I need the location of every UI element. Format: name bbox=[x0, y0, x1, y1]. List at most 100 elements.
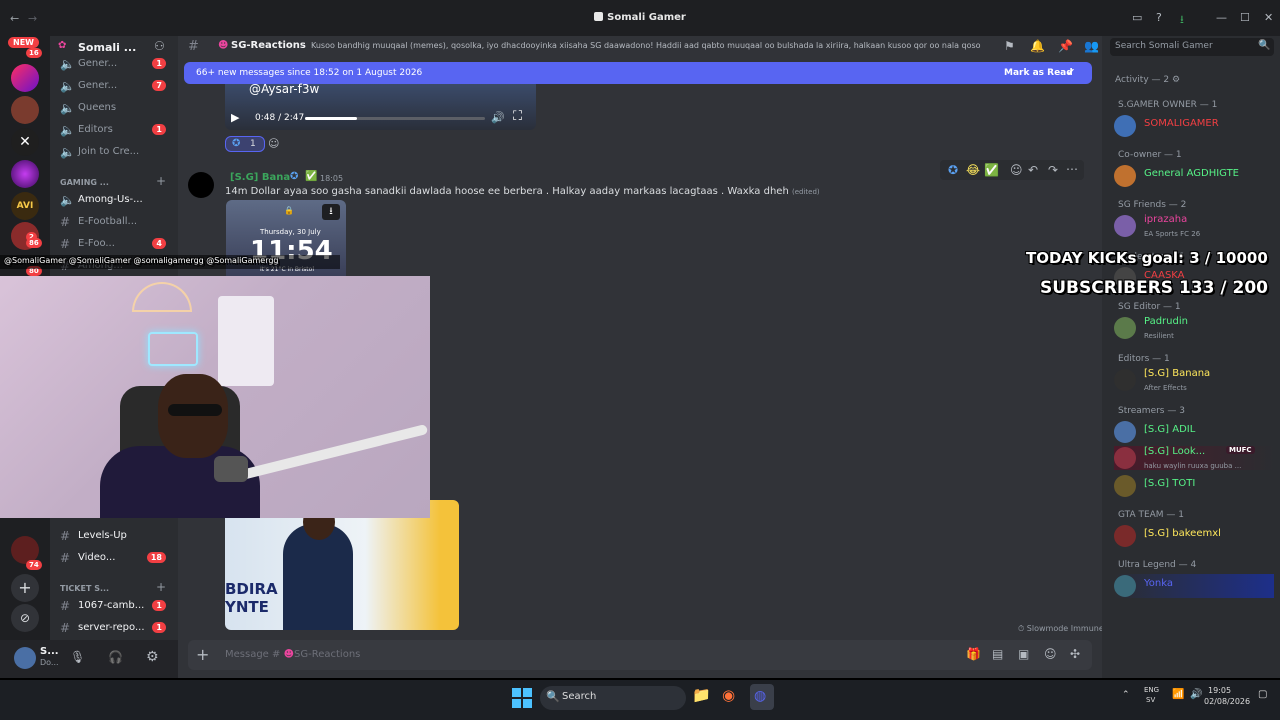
window-title: Somali Gamer bbox=[0, 12, 1280, 23]
video-player[interactable]: @Aysar-f3w ▶ 0:48 / 2:47 🔊 ⛶ bbox=[225, 82, 536, 130]
maximize-icon[interactable]: ☐ bbox=[1240, 11, 1250, 24]
guild-icon[interactable] bbox=[11, 160, 39, 188]
channel-item[interactable]: # server-repo... 1 bbox=[50, 618, 178, 638]
search-input[interactable]: Search Somali Gamer 🔍 bbox=[1110, 38, 1274, 56]
jersey-frame bbox=[218, 296, 274, 386]
channel-item[interactable]: # Levels-Up bbox=[50, 526, 178, 546]
category-gaming[interactable]: GAMING ... bbox=[60, 178, 109, 187]
channel-item[interactable]: 🔈 Gener... 7 bbox=[50, 76, 178, 96]
member-item[interactable]: [S.G] Banana After Effects bbox=[1114, 368, 1274, 392]
mark-as-read-button[interactable]: Mark as Read bbox=[1004, 68, 1073, 78]
guild-icon[interactable]: AVI bbox=[11, 192, 39, 220]
member-item[interactable]: Yonka bbox=[1114, 574, 1274, 598]
add-server-icon[interactable]: + bbox=[11, 574, 39, 602]
gift-icon[interactable]: 🎁 bbox=[966, 647, 981, 661]
download-icon[interactable]: ⭳ bbox=[322, 204, 340, 220]
member-item[interactable]: [S.G] Look... haku waylin ruuxa guuba ...… bbox=[1114, 446, 1274, 470]
gif-icon[interactable]: ▤ bbox=[992, 647, 1003, 661]
taskbar-search[interactable]: 🔍 Search bbox=[540, 686, 686, 710]
x-icon[interactable]: ✕ bbox=[11, 128, 39, 156]
guild-icon[interactable] bbox=[11, 96, 39, 124]
member-item[interactable]: [S.G] bakeemxl bbox=[1114, 524, 1274, 548]
pin-icon[interactable]: 📌 bbox=[1058, 39, 1073, 53]
member-name: Padrudin bbox=[1144, 316, 1188, 327]
image-attachment[interactable]: BDIRA YNTE bbox=[225, 500, 459, 630]
reaction-pill[interactable]: ✪ 1 bbox=[225, 136, 265, 152]
download-icon[interactable]: ⭳ bbox=[1180, 11, 1184, 30]
message-author[interactable]: [S.G] Bana bbox=[230, 172, 290, 183]
windows-start-icon[interactable] bbox=[512, 688, 532, 708]
sticker-icon[interactable]: ▣ bbox=[1018, 647, 1029, 661]
apps-icon[interactable]: ✣ bbox=[1070, 647, 1080, 661]
bell-icon[interactable]: 🔔 bbox=[1030, 39, 1045, 53]
member-item[interactable]: [S.G] TOTI bbox=[1114, 474, 1274, 498]
member-item[interactable]: [S.G] ADIL bbox=[1114, 420, 1274, 444]
channel-item[interactable]: # E-Football... bbox=[50, 212, 178, 232]
avatar[interactable] bbox=[14, 647, 36, 669]
video-progress-track[interactable] bbox=[305, 117, 485, 120]
verified-emoji-icon[interactable]: ✪ bbox=[948, 163, 958, 177]
help-icon[interactable]: ? bbox=[1156, 11, 1162, 24]
emoji-picker-icon[interactable]: ☺ bbox=[1044, 647, 1057, 661]
member-name: iprazaha bbox=[1144, 214, 1188, 225]
server-name[interactable]: Somali ... bbox=[78, 41, 136, 54]
add-reaction-icon[interactable]: ☺ bbox=[1010, 163, 1023, 177]
headphones-icon[interactable]: 🎧 bbox=[108, 650, 123, 664]
new-messages-banner[interactable]: 66+ new messages since 18:52 on 1 August… bbox=[184, 62, 1092, 84]
channel-item[interactable]: 🔈 Queens bbox=[50, 98, 178, 118]
avatar[interactable] bbox=[188, 172, 214, 198]
browser-icon[interactable]: ◉ bbox=[722, 686, 735, 704]
member-item[interactable]: iprazaha EA Sports FC 26 bbox=[1114, 214, 1274, 238]
category-ticket[interactable]: TICKET S... bbox=[60, 584, 109, 593]
member-item[interactable]: Padrudin Resilient bbox=[1114, 316, 1274, 340]
inbox-icon[interactable]: ▭ bbox=[1132, 11, 1142, 24]
discord-taskbar-button[interactable]: ◍ bbox=[750, 684, 774, 710]
lang-indicator[interactable]: ENG bbox=[1144, 686, 1159, 694]
chevron-up-icon[interactable]: ⌃ bbox=[1122, 690, 1130, 700]
laugh-emoji-icon[interactable]: 😂 bbox=[966, 163, 980, 177]
activity-header[interactable]: Activity — 2 ⚙ bbox=[1115, 75, 1180, 85]
add-channel-icon[interactable]: + bbox=[156, 580, 166, 594]
play-icon[interactable]: ▶ bbox=[231, 111, 239, 124]
channel-item[interactable]: 🔈 Gener... 1 bbox=[50, 54, 178, 74]
more-icon[interactable]: ⋯ bbox=[1066, 162, 1078, 176]
add-member-icon[interactable]: ⚇ bbox=[154, 39, 165, 53]
channel-item[interactable]: # E-Foo... 4 bbox=[50, 234, 178, 254]
guild-icon[interactable] bbox=[11, 64, 39, 92]
mufc-tag: MUFC bbox=[1226, 446, 1255, 454]
guild-badge: 74 bbox=[26, 560, 42, 570]
reply-icon[interactable]: ↶ bbox=[1028, 163, 1038, 177]
channel-item[interactable]: 🔈 Among-Us-... bbox=[50, 190, 178, 210]
attach-plus-icon[interactable]: + bbox=[196, 645, 209, 664]
member-item[interactable]: SOMALIGAMER bbox=[1114, 114, 1274, 138]
channel-topic[interactable]: Kusoo bandhig muuqaal (memes), qosolka, … bbox=[311, 41, 981, 50]
wifi-icon[interactable]: 📶 bbox=[1172, 689, 1184, 700]
microphone-icon[interactable]: 🎙 bbox=[70, 650, 85, 664]
volume-icon[interactable]: 🔊 bbox=[1190, 689, 1202, 700]
threads-icon[interactable]: ⚑ bbox=[1004, 39, 1015, 53]
channel-item[interactable]: #1067-camb... 1 bbox=[50, 596, 178, 616]
discover-icon[interactable]: ⊘ bbox=[11, 604, 39, 632]
channel-item[interactable]: 🔈 Join to Cre... bbox=[50, 142, 178, 162]
channel-item[interactable]: 🔈 Editors 1 bbox=[50, 120, 178, 140]
member-list-icon[interactable]: 👥 bbox=[1084, 39, 1099, 53]
clock-time[interactable]: 19:05 bbox=[1208, 686, 1231, 695]
close-icon[interactable]: ✕ bbox=[1264, 11, 1273, 24]
member-item[interactable]: General AGDHIGTE bbox=[1114, 164, 1274, 188]
volume-icon[interactable]: 🔊 bbox=[491, 111, 505, 124]
channel-item[interactable]: # Video... 18 bbox=[50, 548, 178, 568]
speaker-icon: 🔈 bbox=[60, 145, 75, 159]
message-composer[interactable]: + Message # ☻SG-Reactions 🎁 ▤ ▣ ☺ ✣ bbox=[188, 640, 1092, 670]
member-name: Yonka bbox=[1144, 578, 1173, 589]
minimize-icon[interactable]: — bbox=[1216, 11, 1227, 24]
add-channel-icon[interactable]: + bbox=[156, 174, 166, 188]
gear-icon[interactable]: ⚙ bbox=[146, 649, 159, 665]
forward-icon[interactable]: ↷ bbox=[1048, 163, 1058, 177]
notification-icon[interactable]: ▢ bbox=[1258, 689, 1267, 700]
check-badge-icon: ✅ bbox=[305, 171, 318, 182]
message-input[interactable]: Message # ☻SG-Reactions bbox=[225, 649, 360, 660]
fullscreen-icon[interactable]: ⛶ bbox=[513, 109, 522, 124]
folder-icon[interactable]: 📁 bbox=[692, 686, 711, 704]
check-emoji-icon[interactable]: ✅ bbox=[984, 163, 999, 177]
add-reaction-icon[interactable]: ☺ bbox=[268, 137, 279, 150]
